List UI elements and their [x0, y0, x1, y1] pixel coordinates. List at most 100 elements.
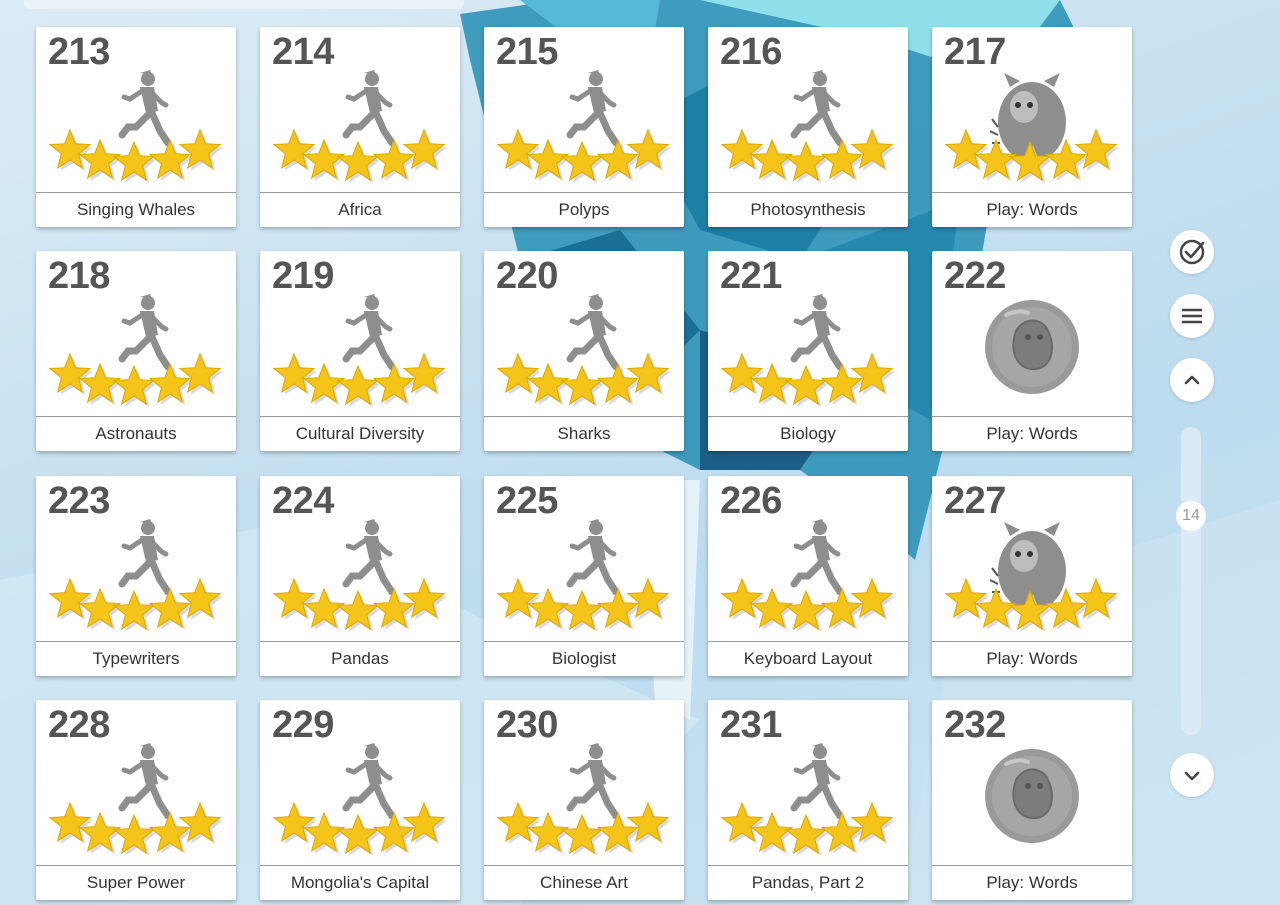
rating-stars	[496, 352, 671, 407]
runner-icon	[342, 294, 396, 371]
level-card[interactable]: 213 Singing Whales	[36, 27, 236, 227]
level-card[interactable]: 232 Play: Words	[932, 700, 1132, 900]
scroll-track[interactable]	[1181, 427, 1201, 735]
level-title: Pandas, Part 2	[708, 865, 908, 900]
level-grid: 213 Singing Whales 214 Africa 215 Polyps 21…	[36, 27, 1134, 905]
level-card[interactable]: 226 Keyboard Layout	[708, 476, 908, 676]
runner-icon	[566, 519, 620, 596]
level-title: Play: Words	[932, 192, 1132, 227]
rating-stars	[48, 352, 223, 407]
level-card[interactable]: 219 Cultural Diversity	[260, 251, 460, 451]
level-title: Keyboard Layout	[708, 641, 908, 676]
rating-stars	[720, 801, 895, 856]
runner-icon	[790, 294, 844, 371]
runner-icon	[118, 294, 172, 371]
level-title: Chinese Art	[484, 865, 684, 900]
level-title: Mongolia's Capital	[260, 865, 460, 900]
level-title: Singing Whales	[36, 192, 236, 227]
level-number: 223	[48, 480, 110, 522]
level-number: 228	[48, 704, 110, 746]
rating-stars	[48, 577, 223, 632]
rating-stars	[272, 128, 447, 183]
level-card[interactable]: 215 Polyps	[484, 27, 684, 227]
level-title: Africa	[260, 192, 460, 227]
level-number: 218	[48, 255, 110, 297]
runner-icon	[790, 519, 844, 596]
runner-icon	[342, 519, 396, 596]
level-number: 226	[720, 480, 782, 522]
level-title: Polyps	[484, 192, 684, 227]
level-number: 219	[272, 255, 334, 297]
level-title: Sharks	[484, 416, 684, 451]
level-card[interactable]: 221 Biology	[708, 251, 908, 451]
level-title: Astronauts	[36, 416, 236, 451]
level-title: Play: Words	[932, 416, 1132, 451]
level-number: 214	[272, 31, 334, 73]
level-number: 225	[496, 480, 558, 522]
level-card[interactable]: 225 Biologist	[484, 476, 684, 676]
rating-stars	[496, 577, 671, 632]
runner-icon	[790, 743, 844, 820]
chevron-down-icon	[1184, 771, 1200, 781]
scroll-thumb[interactable]: 14	[1176, 501, 1206, 531]
level-card[interactable]: 214 Africa	[260, 27, 460, 227]
level-card[interactable]: 223 Typewriters	[36, 476, 236, 676]
level-number: 229	[272, 704, 334, 746]
level-number: 216	[720, 31, 782, 73]
check-circle-icon	[1179, 239, 1205, 265]
level-title: Cultural Diversity	[260, 416, 460, 451]
runner-icon	[566, 743, 620, 820]
rating-stars	[272, 577, 447, 632]
locked-creature-icon	[985, 300, 1079, 394]
level-card[interactable]: 230 Chinese Art	[484, 700, 684, 900]
level-title: Pandas	[260, 641, 460, 676]
hamburger-menu-icon	[1181, 308, 1203, 324]
rating-stars	[720, 352, 895, 407]
level-number: 224	[272, 480, 334, 522]
level-card[interactable]: 228 Super Power	[36, 700, 236, 900]
level-card[interactable]: 220 Sharks	[484, 251, 684, 451]
rating-stars	[720, 577, 895, 632]
level-card[interactable]: 229 Mongolia's Capital	[260, 700, 460, 900]
level-number: 220	[496, 255, 558, 297]
level-card[interactable]: 216 Photosynthesis	[708, 27, 908, 227]
level-card[interactable]: 222 Play: Words	[932, 251, 1132, 451]
level-number: 232	[944, 704, 1006, 746]
level-card[interactable]: 231 Pandas, Part 2	[708, 700, 908, 900]
top-bar-edge	[24, 0, 464, 9]
rating-stars	[272, 352, 447, 407]
scroll-down-button[interactable]	[1170, 753, 1214, 797]
level-card[interactable]: 217 Play: Words	[932, 27, 1132, 227]
runner-icon	[118, 519, 172, 596]
level-number: 217	[944, 31, 1006, 73]
rating-stars	[496, 128, 671, 183]
level-title: Biology	[708, 416, 908, 451]
runner-icon	[118, 743, 172, 820]
level-number: 230	[496, 704, 558, 746]
rating-stars	[48, 128, 223, 183]
check-circle-button[interactable]	[1170, 230, 1214, 274]
level-number: 213	[48, 31, 110, 73]
level-card[interactable]: 227 Play: Words	[932, 476, 1132, 676]
runner-icon	[342, 743, 396, 820]
level-title: Play: Words	[932, 641, 1132, 676]
runner-icon	[342, 70, 396, 147]
rating-stars	[496, 801, 671, 856]
level-title: Biologist	[484, 641, 684, 676]
runner-icon	[566, 294, 620, 371]
level-card[interactable]: 218 Astronauts	[36, 251, 236, 451]
runner-icon	[566, 70, 620, 147]
runner-icon	[790, 70, 844, 147]
level-number: 222	[944, 255, 1006, 297]
chevron-up-icon	[1184, 375, 1200, 385]
scroll-up-button[interactable]	[1170, 358, 1214, 402]
level-card[interactable]: 224 Pandas	[260, 476, 460, 676]
locked-creature-icon	[985, 749, 1079, 843]
level-number: 221	[720, 255, 782, 297]
level-title: Typewriters	[36, 641, 236, 676]
menu-button[interactable]	[1170, 294, 1214, 338]
runner-icon	[118, 70, 172, 147]
level-title: Play: Words	[932, 865, 1132, 900]
level-number: 231	[720, 704, 782, 746]
level-number: 227	[944, 480, 1006, 522]
